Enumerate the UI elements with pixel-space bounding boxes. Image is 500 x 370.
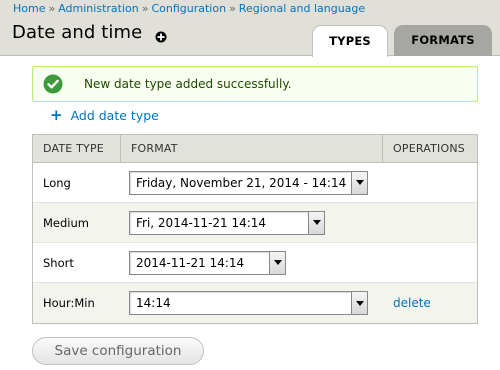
tab-formats[interactable]: FORMATS — [394, 25, 492, 56]
add-shortcut-icon[interactable] — [155, 28, 167, 42]
table-row: Long Friday, November 21, 2014 - 14:14 — [33, 163, 477, 203]
status-message-text: New date type added successfully. — [84, 77, 292, 91]
breadcrumb-regional-language[interactable]: Regional and language — [239, 2, 365, 15]
table-row: Hour:Min 14:14 delete — [33, 283, 477, 323]
date-type-label: Hour:Min — [43, 296, 95, 310]
breadcrumb-separator: » — [229, 2, 236, 15]
title-row: Date and time — [12, 22, 167, 43]
chevron-down-icon[interactable] — [269, 251, 285, 274]
action-links: + Add date type — [50, 108, 159, 124]
column-header-date-type: DATE TYPE — [43, 142, 104, 155]
breadcrumb-administration[interactable]: Administration — [58, 2, 139, 15]
table-header: DATE TYPE FORMAT OPERATIONS — [33, 135, 477, 163]
format-cell: Fri, 2014-11-21 14:14 — [120, 210, 382, 235]
delete-link[interactable]: delete — [393, 296, 431, 310]
format-select-short[interactable]: 2014-11-21 14:14 — [129, 250, 286, 275]
column-header-operations: OPERATIONS — [382, 135, 477, 162]
tab-types[interactable]: TYPES — [312, 25, 388, 57]
format-select-medium[interactable]: Fri, 2014-11-21 14:14 — [129, 210, 325, 235]
status-message: New date type added successfully. — [32, 66, 478, 102]
page-header: Home» Administration» Configuration» Region… — [0, 0, 500, 57]
breadcrumb-separator: » — [141, 2, 149, 15]
breadcrumb-configuration[interactable]: Configuration — [151, 2, 226, 15]
breadcrumb-home[interactable]: Home — [13, 2, 45, 15]
format-select-value: Fri, 2014-11-21 14:14 — [136, 215, 267, 230]
format-select-value: 2014-11-21 14:14 — [136, 255, 245, 270]
table-row: Short 2014-11-21 14:14 — [33, 243, 477, 283]
chevron-down-icon[interactable] — [351, 171, 367, 194]
format-select-value: 14:14 — [136, 296, 171, 310]
chevron-down-icon[interactable] — [351, 292, 367, 314]
date-types-table: DATE TYPE FORMAT OPERATIONS Long Friday,… — [32, 134, 478, 324]
format-cell: 2014-11-21 14:14 — [120, 250, 382, 275]
date-type-label: Medium — [43, 215, 89, 230]
operations-cell: delete — [382, 296, 477, 310]
table-row: Medium Fri, 2014-11-21 14:14 — [33, 203, 477, 243]
breadcrumb: Home» Administration» Configuration» Region… — [13, 2, 365, 15]
date-type-label: Long — [43, 175, 71, 190]
format-select-value: Friday, November 21, 2014 - 14:14 — [136, 175, 347, 190]
format-cell: Friday, November 21, 2014 - 14:14 — [120, 170, 382, 195]
date-type-label: Short — [43, 255, 74, 270]
format-select-hour-min[interactable]: 14:14 — [129, 291, 368, 315]
add-date-type-link[interactable]: Add date type — [71, 108, 159, 123]
format-select-long[interactable]: Friday, November 21, 2014 - 14:14 — [129, 170, 368, 195]
page-title: Date and time — [12, 22, 143, 43]
format-cell: 14:14 — [120, 291, 382, 315]
plus-icon[interactable]: + — [50, 108, 63, 123]
chevron-down-icon[interactable] — [308, 211, 324, 234]
check-circle-icon — [43, 74, 63, 94]
breadcrumb-separator: » — [48, 2, 56, 15]
save-configuration-button[interactable]: Save configuration — [32, 337, 204, 365]
column-header-format: FORMAT — [120, 135, 382, 162]
